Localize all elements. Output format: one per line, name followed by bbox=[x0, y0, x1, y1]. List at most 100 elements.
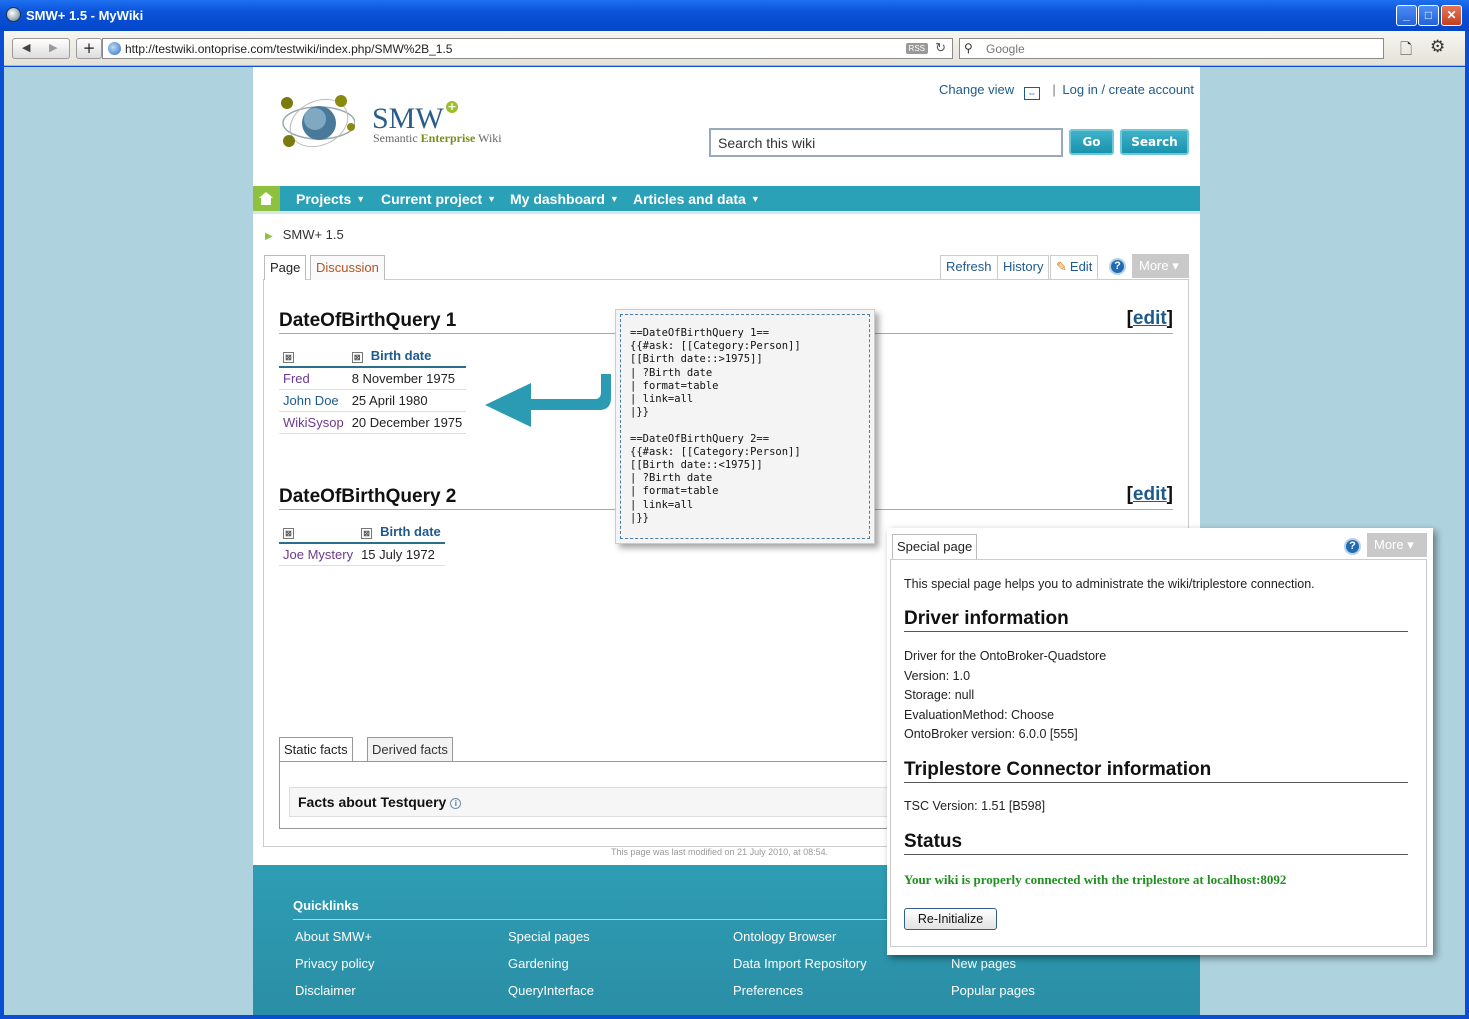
go-button[interactable]: Go bbox=[1069, 129, 1114, 155]
arrow-left-icon bbox=[485, 374, 611, 427]
footer-link[interactable]: Ontology Browser bbox=[733, 929, 836, 944]
section-edit-link[interactable]: [edit] bbox=[1127, 308, 1173, 330]
driver-info-line: Driver for the OntoBroker-Quadstore bbox=[904, 649, 1107, 663]
menu-my-dashboard[interactable]: My dashboard ▼ bbox=[510, 191, 619, 207]
edit-tab[interactable]: ✎ Edit bbox=[1050, 255, 1099, 279]
birth-date-cell: 25 April 1980 bbox=[347, 389, 467, 412]
footer-link[interactable]: Popular pages bbox=[951, 983, 1035, 998]
close-button[interactable]: ✕ bbox=[1441, 5, 1462, 26]
help-icon[interactable]: ? bbox=[1109, 258, 1126, 275]
home-button[interactable] bbox=[253, 186, 280, 211]
person-link[interactable]: Fred bbox=[279, 367, 348, 390]
browser-app-icon bbox=[6, 7, 21, 22]
section-edit-link[interactable]: [edit] bbox=[1127, 484, 1173, 506]
menu-divider bbox=[253, 211, 1200, 214]
rss-icon[interactable]: RSS bbox=[905, 43, 928, 54]
footer-link[interactable]: QueryInterface bbox=[508, 983, 594, 998]
minimize-button[interactable]: _ bbox=[1396, 5, 1417, 26]
footer-link[interactable]: Special pages bbox=[508, 929, 590, 944]
more-menu-button[interactable]: More ▾ bbox=[1132, 254, 1189, 278]
search-button[interactable]: Search bbox=[1120, 129, 1189, 155]
gear-icon[interactable]: ⚙ bbox=[1430, 37, 1445, 57]
table-header[interactable]: ⊠ Birth date bbox=[357, 522, 445, 544]
breadcrumb: ▶ SMW+ 1.5 bbox=[265, 227, 344, 242]
browser-viewport: SMW + Semantic Enterprise Wiki Change vi… bbox=[4, 67, 1465, 1015]
window-titlebar: SMW+ 1.5 - MyWiki _ □ ✕ bbox=[0, 0, 1469, 31]
chevron-down-icon: ▼ bbox=[487, 194, 497, 204]
address-bar[interactable]: http://testwiki.ontoprise.com/testwiki/i… bbox=[102, 38, 953, 59]
person-link[interactable]: WikiSysop bbox=[279, 411, 348, 434]
main-menu: Projects ▼ Current project ▼ My dashboard ▼… bbox=[253, 186, 1200, 211]
link-separator: | bbox=[1052, 82, 1056, 97]
sort-icon: ⊠ bbox=[351, 352, 363, 363]
page-menu-icon[interactable]: 🗋 bbox=[1400, 39, 1412, 64]
section-heading: Status bbox=[904, 831, 1408, 855]
change-view-link[interactable]: Change view bbox=[939, 82, 1014, 97]
forward-icon[interactable]: ▶ bbox=[49, 41, 57, 54]
reload-icon[interactable]: ↻ bbox=[935, 40, 946, 56]
table-header[interactable]: ⊠ bbox=[279, 346, 348, 368]
driver-info-line: OntoBroker version: 6.0.0 [555] bbox=[904, 727, 1078, 741]
footer-link[interactable]: New pages bbox=[951, 956, 1016, 971]
new-tab-button[interactable]: + bbox=[76, 38, 102, 59]
footer-link[interactable]: Data Import Repository bbox=[733, 956, 867, 971]
section-heading: Driver information bbox=[904, 608, 1408, 632]
login-link[interactable]: Log in / create account bbox=[1062, 82, 1194, 97]
window-title: SMW+ 1.5 - MyWiki bbox=[26, 8, 144, 23]
info-icon[interactable]: i bbox=[450, 798, 462, 809]
special-page-panel: Special page ? More ▾ This special page … bbox=[887, 528, 1433, 955]
browser-toolbar: ◀ ▶ + http://testwiki.ontoprise.com/test… bbox=[4, 31, 1465, 66]
birth-date-cell: 20 December 1975 bbox=[347, 411, 467, 434]
maximize-button[interactable]: □ bbox=[1418, 5, 1439, 26]
user-links: Change view ⇔ | Log in / create account bbox=[939, 82, 1194, 100]
back-icon[interactable]: ◀ bbox=[22, 41, 30, 54]
wikitext-code: ==DateOfBirthQuery 1== {{#ask: [[Categor… bbox=[630, 327, 801, 524]
help-icon[interactable]: ? bbox=[1344, 538, 1361, 555]
driver-info-line: Version: 1.0 bbox=[904, 669, 971, 683]
tab-derived-facts[interactable]: Derived facts bbox=[367, 737, 453, 762]
tab-static-facts[interactable]: Static facts bbox=[279, 737, 353, 762]
more-menu-button[interactable]: More ▾ bbox=[1367, 533, 1427, 557]
table-row: WikiSysop 20 December 1975 bbox=[279, 411, 467, 434]
chevron-down-icon: ▼ bbox=[356, 194, 366, 204]
wiki-search-input[interactable]: Search this wiki bbox=[709, 128, 1063, 157]
search-icon[interactable]: ⚲ bbox=[964, 41, 973, 55]
logo-subtitle: Semantic Enterprise Wiki bbox=[373, 131, 502, 145]
footer-link[interactable]: Preferences bbox=[733, 983, 803, 998]
breadcrumb-item[interactable]: SMW+ 1.5 bbox=[283, 227, 344, 242]
query-result-table: ⊠ ⊠ Birth date Fred 8 November 1975 John … bbox=[279, 346, 467, 434]
url-text[interactable]: http://testwiki.ontoprise.com/testwiki/i… bbox=[125, 42, 452, 56]
chevron-down-icon: ▾ bbox=[1407, 537, 1414, 552]
history-tab[interactable]: History bbox=[997, 255, 1050, 279]
reinitialize-button[interactable]: Re-Initialize bbox=[904, 908, 997, 930]
menu-projects[interactable]: Projects ▼ bbox=[296, 191, 365, 207]
table-row: Fred 8 November 1975 bbox=[279, 367, 467, 390]
chevron-down-icon: ▼ bbox=[750, 194, 760, 204]
table-row: John Doe 25 April 1980 bbox=[279, 389, 467, 412]
tab-discussion[interactable]: Discussion bbox=[310, 255, 385, 280]
search-placeholder: Google bbox=[986, 42, 1025, 56]
sort-icon: ⊠ bbox=[283, 528, 294, 539]
footer-link[interactable]: Disclaimer bbox=[295, 983, 356, 998]
menu-current-project[interactable]: Current project ▼ bbox=[381, 191, 496, 207]
driver-info-line: EvaluationMethod: Choose bbox=[904, 708, 1055, 722]
change-view-icon[interactable]: ⇔ bbox=[1023, 87, 1040, 100]
smw-logo-icon[interactable] bbox=[275, 93, 355, 149]
tab-page[interactable]: Page bbox=[264, 255, 307, 280]
table-header[interactable]: ⊠ bbox=[279, 522, 358, 544]
intro-text: This special page helps you to administr… bbox=[904, 577, 1315, 591]
footer-link[interactable]: About SMW+ bbox=[295, 929, 372, 944]
table-row: Joe Mystery 15 July 1972 bbox=[279, 543, 445, 566]
home-icon bbox=[259, 192, 273, 205]
footer-link[interactable]: Gardening bbox=[508, 956, 569, 971]
table-header[interactable]: ⊠ Birth date bbox=[347, 346, 467, 368]
breadcrumb-marker-icon: ▶ bbox=[265, 231, 273, 242]
person-link[interactable]: John Doe bbox=[279, 389, 348, 412]
refresh-tab[interactable]: Refresh bbox=[940, 255, 998, 279]
browser-search-input[interactable]: ⚲ Google bbox=[959, 38, 1384, 59]
menu-articles-and-data[interactable]: Articles and data ▼ bbox=[633, 191, 760, 207]
tab-special-page[interactable]: Special page bbox=[892, 534, 978, 560]
footer-link[interactable]: Privacy policy bbox=[295, 956, 374, 971]
sort-icon: ⊠ bbox=[361, 528, 373, 539]
person-link[interactable]: Joe Mystery bbox=[279, 543, 358, 566]
